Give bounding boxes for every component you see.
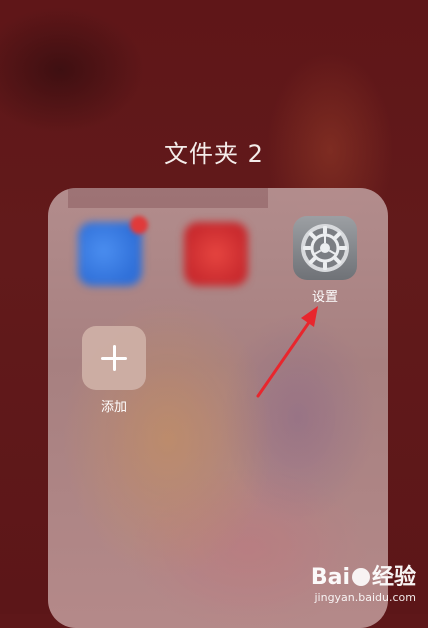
settings-label: 设置 xyxy=(311,290,338,305)
blurred-app-icon xyxy=(184,222,248,286)
notification-badge xyxy=(130,216,148,234)
gear-icon xyxy=(301,224,349,272)
app-settings[interactable]: 设置 xyxy=(293,216,357,305)
folder-title[interactable]: 文件夹 2 xyxy=(0,134,428,169)
app-add[interactable]: 添加 xyxy=(82,326,146,415)
settings-tile[interactable] xyxy=(293,216,357,280)
paw-icon xyxy=(351,568,370,586)
baidu-logo: Bai 经验 xyxy=(310,565,416,590)
plus-icon xyxy=(101,345,127,371)
app-blurred-red[interactable] xyxy=(184,222,248,286)
app-blurred-blue[interactable] xyxy=(78,216,148,286)
add-label: 添加 xyxy=(100,400,127,415)
baidu-jingyan-watermark: Bai 经验 jingyan.baidu.com xyxy=(311,559,416,604)
watermark-url: jingyan.baidu.com xyxy=(314,591,416,604)
add-tile[interactable] xyxy=(82,326,146,390)
folder-top-shade xyxy=(68,188,268,208)
